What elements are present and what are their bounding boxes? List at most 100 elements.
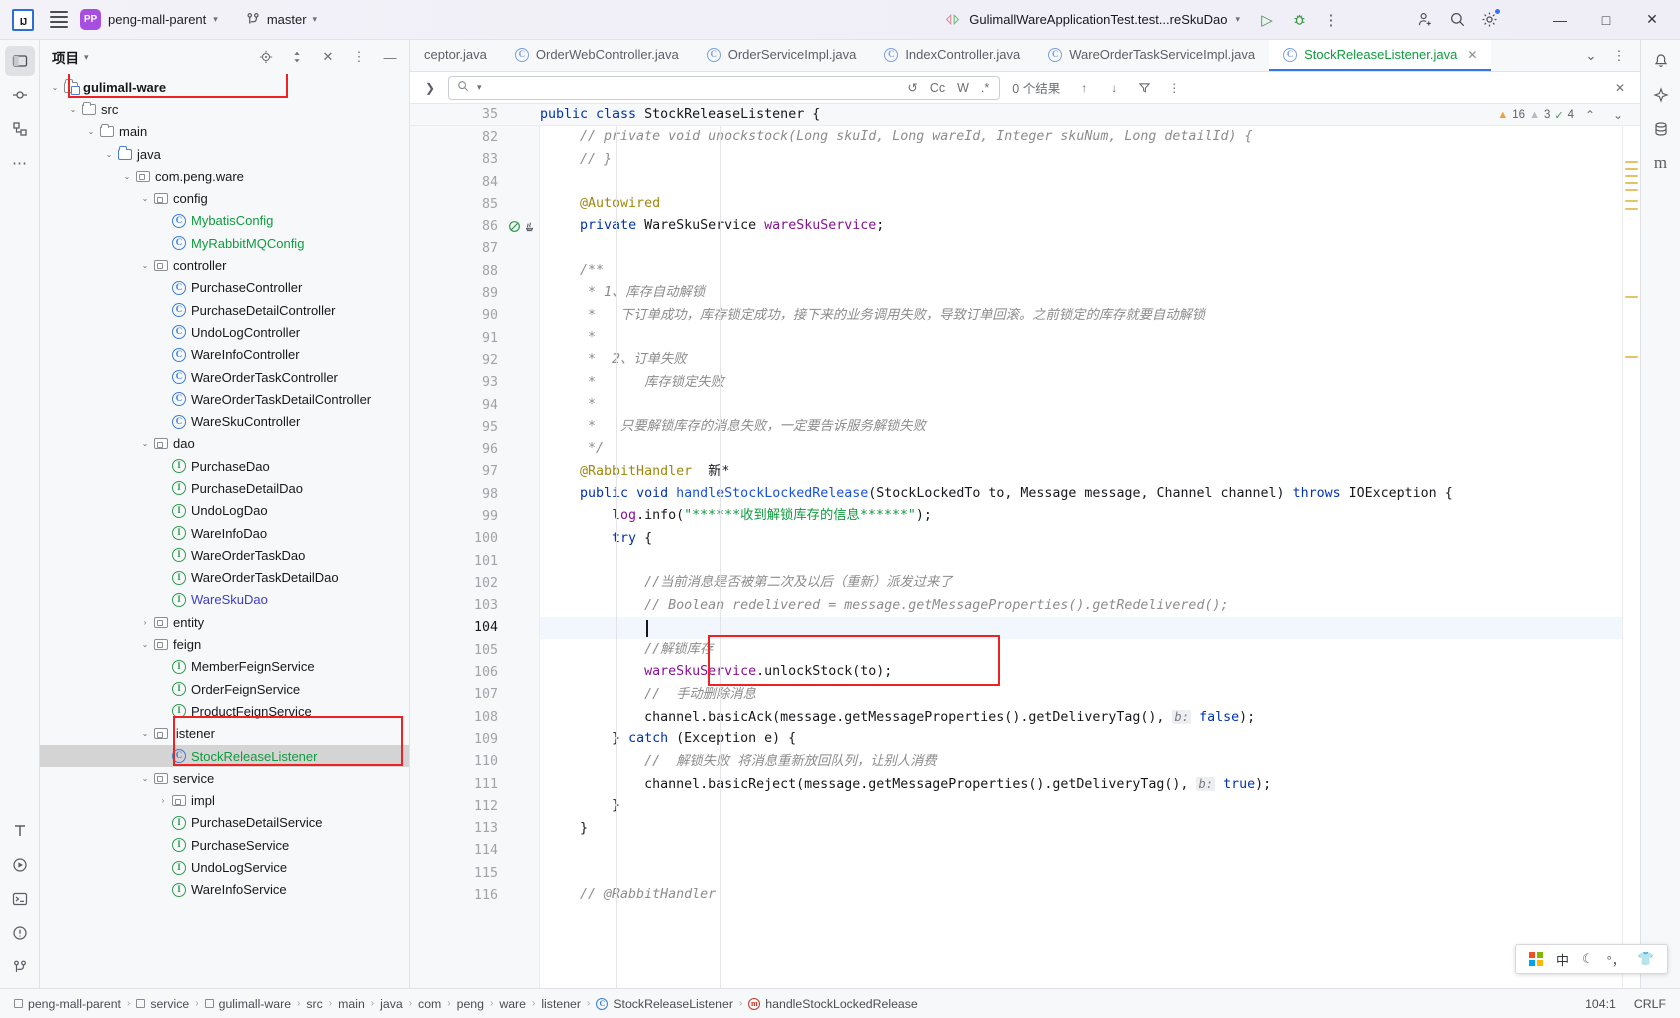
tree-expand-arrow[interactable]: ⌄: [102, 150, 116, 159]
line-number-109[interactable]: 109: [410, 728, 506, 750]
tree-item-impl[interactable]: › impl: [40, 790, 409, 812]
code-line-96[interactable]: */: [540, 438, 1622, 460]
breadcrumb-item-peng[interactable]: peng: [453, 993, 488, 1015]
breadcrumb-item-listener[interactable]: listener: [537, 993, 585, 1015]
line-number-105[interactable]: 105: [410, 639, 506, 661]
code-line-94[interactable]: *: [540, 394, 1622, 416]
code-line-103[interactable]: // Boolean redelivered = message.getMess…: [540, 595, 1622, 617]
editor-tab-ceptor[interactable]: ceptor.java: [410, 40, 501, 71]
line-number-98[interactable]: 98: [410, 483, 506, 505]
tree-expand-arrow[interactable]: ⌄: [138, 194, 152, 203]
code-line-99[interactable]: log.info("******收到解锁库存的信息******");: [540, 505, 1622, 527]
tree-expand-arrow[interactable]: ⌄: [138, 729, 152, 738]
code-line-84[interactable]: [540, 171, 1622, 193]
code-line-104[interactable]: [540, 616, 1622, 640]
code-line-91[interactable]: *: [540, 327, 1622, 349]
tree-expand-arrow[interactable]: ⌄: [66, 105, 80, 114]
tree-item-orderfeignservice[interactable]: I OrderFeignService: [40, 678, 409, 700]
tree-item-gulimall-ware[interactable]: ⌄ gulimall-ware: [40, 76, 409, 98]
code-line-106[interactable]: wareSkuService.unlockStock(to);: [540, 661, 1622, 683]
code-line-86[interactable]: private WareSkuService wareSkuService;: [540, 215, 1622, 237]
tree-expand-arrow[interactable]: ⌄: [84, 127, 98, 136]
moon-icon[interactable]: ☾: [1582, 951, 1594, 967]
find-regex-history-icon[interactable]: ↺: [907, 80, 917, 95]
fold-marks-gutter[interactable]: [506, 126, 540, 988]
code-line-83[interactable]: // }: [540, 149, 1622, 171]
breadcrumb[interactable]: peng-mall-parent › service › gulimall-ware › s…: [10, 993, 922, 1015]
code-line-109[interactable]: } catch (Exception e) {: [540, 728, 1622, 750]
code-line-95[interactable]: * 只要解锁库存的消息失败，一定要告诉服务解锁失败: [540, 416, 1622, 438]
breadcrumb-item-service[interactable]: service: [132, 993, 193, 1015]
line-separator[interactable]: CRLF: [1634, 997, 1666, 1011]
tree-item-wareordertaskdetaildao[interactable]: I WareOrderTaskDetailDao: [40, 567, 409, 589]
tree-item-undologcontroller[interactable]: C UndoLogController: [40, 321, 409, 343]
line-number-115[interactable]: 115: [410, 862, 506, 884]
collapse-all-icon[interactable]: ✕: [315, 44, 341, 70]
database-icon[interactable]: [1646, 114, 1676, 144]
tree-expand-arrow[interactable]: ⌄: [138, 640, 152, 649]
code-line-88[interactable]: /**: [540, 260, 1622, 282]
tree-item-entity[interactable]: › entity: [40, 611, 409, 633]
line-number-116[interactable]: 116: [410, 884, 506, 906]
structure-tool-icon[interactable]: [5, 114, 35, 144]
panel-options-icon[interactable]: ⋮: [346, 44, 372, 70]
tree-item-wareordertaskdetailcontroller[interactable]: C WareOrderTaskDetailController: [40, 388, 409, 410]
editor-tab-orderwebcontroller[interactable]: C OrderWebController.java: [501, 40, 693, 71]
line-number-100[interactable]: 100: [410, 528, 506, 550]
line-number-83[interactable]: 83: [410, 149, 506, 171]
tree-item-dao[interactable]: ⌄ dao: [40, 433, 409, 455]
line-number-88[interactable]: 88: [410, 260, 506, 282]
inspection-prev-button[interactable]: ⌃: [1578, 103, 1602, 127]
tree-item-stockreleaselistener[interactable]: C StockReleaseListener: [40, 744, 409, 768]
find-regex-toggle[interactable]: .*: [981, 81, 989, 95]
line-number-110[interactable]: 110: [410, 751, 506, 773]
find-prev-button[interactable]: ↑: [1072, 76, 1096, 100]
main-menu-button[interactable]: [44, 5, 74, 35]
code-line-100[interactable]: try {: [540, 528, 1622, 550]
line-number-89[interactable]: 89: [410, 282, 506, 304]
git-tool-icon[interactable]: [5, 952, 35, 982]
code-line-85[interactable]: @Autowired: [540, 193, 1622, 215]
tree-item-mybatisconfig[interactable]: C MybatisConfig: [40, 210, 409, 232]
line-number-85[interactable]: 85: [410, 193, 506, 215]
find-match-case-toggle[interactable]: Cc: [930, 81, 945, 95]
code-line-112[interactable]: }: [540, 795, 1622, 817]
tree-item-main[interactable]: ⌄ main: [40, 121, 409, 143]
line-number-94[interactable]: 94: [410, 394, 506, 416]
tree-item-java[interactable]: ⌄ java: [40, 143, 409, 165]
commit-tool-icon[interactable]: [5, 80, 35, 110]
terminal-tool-icon[interactable]: [5, 884, 35, 914]
locate-file-icon[interactable]: [253, 44, 279, 70]
breadcrumb-item-java[interactable]: java: [376, 993, 407, 1015]
line-number-95[interactable]: 95: [410, 416, 506, 438]
find-next-button[interactable]: ↓: [1102, 76, 1126, 100]
tree-item-purchasedetaildao[interactable]: I PurchaseDetailDao: [40, 477, 409, 499]
line-number-84[interactable]: 84: [410, 171, 506, 193]
tree-item-wareordertaskdao[interactable]: I WareOrderTaskDao: [40, 544, 409, 566]
run-more-button[interactable]: ⋮: [1316, 5, 1346, 35]
tree-expand-arrow[interactable]: ›: [138, 618, 152, 627]
run-button[interactable]: ▷: [1252, 5, 1282, 35]
maximize-button[interactable]: □: [1584, 0, 1628, 40]
tree-item-feign[interactable]: ⌄ feign: [40, 633, 409, 655]
tree-item-undologservice[interactable]: I UndoLogService: [40, 856, 409, 878]
code-line-114[interactable]: [540, 840, 1622, 862]
inspection-widget[interactable]: ▲ 16 ▲ 3 ✓ 4 ⌃ ⌄: [1497, 104, 1630, 126]
line-number-112[interactable]: 112: [410, 795, 506, 817]
more-tools-icon[interactable]: ⋯: [5, 148, 35, 178]
code-line-107[interactable]: // 手动删除消息: [540, 684, 1622, 706]
find-words-toggle[interactable]: W: [957, 81, 969, 95]
line-number-91[interactable]: 91: [410, 327, 506, 349]
code-viewport[interactable]: 82 83 84 85 86 87 88 89 90 91 92 93 94 95 96 97 98 99 100 1…: [410, 126, 1640, 988]
code-line-93[interactable]: * 库存锁定失败: [540, 372, 1622, 394]
tree-item-purchasedao[interactable]: I PurchaseDao: [40, 455, 409, 477]
code-line-82[interactable]: // private void unockstock(Long skuId, L…: [540, 126, 1622, 148]
find-more-button[interactable]: ⋮: [1162, 76, 1186, 100]
breadcrumb-item-src[interactable]: src: [302, 993, 326, 1015]
line-number-86[interactable]: 86: [410, 215, 533, 237]
line-number-99[interactable]: 99: [410, 505, 506, 527]
tree-item-productfeignservice[interactable]: I ProductFeignService: [40, 700, 409, 722]
ime-mode[interactable]: 中: [1556, 950, 1569, 969]
tree-item-wareskudao[interactable]: I WareSkuDao: [40, 589, 409, 611]
tree-item-wareordertaskcontroller[interactable]: C WareOrderTaskController: [40, 366, 409, 388]
